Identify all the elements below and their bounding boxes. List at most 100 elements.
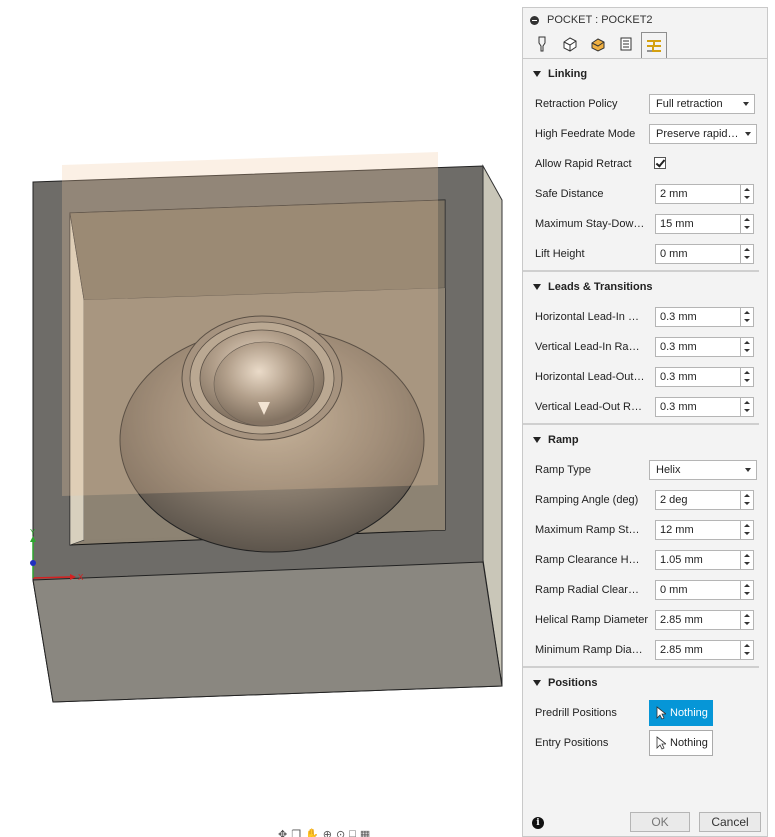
safe-distance-value: 2 mm: [660, 188, 688, 200]
spinner-buttons[interactable]: [740, 521, 753, 539]
fit-icon[interactable]: ⊙: [336, 828, 345, 837]
v-lead-out-input[interactable]: 0.3 mm: [655, 397, 754, 417]
spin-up-icon[interactable]: [744, 188, 750, 191]
spinner-buttons[interactable]: [740, 308, 753, 326]
spin-down-icon[interactable]: [744, 592, 750, 595]
spinner-buttons[interactable]: [740, 398, 753, 416]
display-settings-icon[interactable]: □: [349, 828, 356, 837]
spin-up-icon[interactable]: [744, 584, 750, 587]
v-lead-in-input[interactable]: 0.3 mm: [655, 337, 754, 357]
spin-up-icon[interactable]: [744, 248, 750, 251]
spin-up-icon[interactable]: [744, 311, 750, 314]
predrill-positions-label: Predrill Positions: [535, 707, 617, 719]
ok-button[interactable]: OK: [630, 812, 690, 832]
ramping-angle-input[interactable]: 2 deg: [655, 490, 754, 510]
dialog-title-bar: POCKET : POCKET2: [523, 8, 767, 32]
max-ramp-stepdown-input[interactable]: 12 mm: [655, 520, 754, 540]
spin-down-icon[interactable]: [744, 562, 750, 565]
h-lead-in-row: Horizontal Lead-In Radius 0.3 mm: [523, 302, 767, 332]
spin-down-icon[interactable]: [744, 532, 750, 535]
leads-header[interactable]: Leads & Transitions: [523, 272, 767, 302]
spin-down-icon[interactable]: [744, 226, 750, 229]
linking-header[interactable]: Linking: [523, 59, 767, 89]
linking-section: Linking Retraction Policy Full retractio…: [523, 59, 767, 272]
allow-rapid-retract-checkbox[interactable]: [654, 157, 666, 169]
safe-distance-input[interactable]: 2 mm: [655, 184, 754, 204]
spinner-buttons[interactable]: [740, 491, 753, 509]
spin-up-icon[interactable]: [744, 341, 750, 344]
spin-up-icon[interactable]: [744, 371, 750, 374]
max-stay-down-input[interactable]: 15 mm: [655, 214, 754, 234]
spin-up-icon[interactable]: [744, 644, 750, 647]
expand-triangle-icon: [533, 284, 541, 290]
spin-up-icon[interactable]: [744, 401, 750, 404]
ramp-title: Ramp: [548, 434, 579, 446]
entry-positions-select-button[interactable]: Nothing: [649, 730, 713, 756]
spin-up-icon[interactable]: [744, 554, 750, 557]
ramp-header[interactable]: Ramp: [523, 425, 767, 455]
spinner-buttons[interactable]: [740, 245, 753, 263]
spinner-buttons[interactable]: [740, 581, 753, 599]
predrill-positions-select-button[interactable]: Nothing: [649, 700, 713, 726]
collapse-dialog-icon[interactable]: [530, 15, 539, 25]
ramp-clearance-height-input[interactable]: 1.05 mm: [655, 550, 754, 570]
h-lead-out-input[interactable]: 0.3 mm: [655, 367, 754, 387]
spin-up-icon[interactable]: [744, 218, 750, 221]
spin-down-icon[interactable]: [744, 196, 750, 199]
tab-passes[interactable]: [613, 32, 639, 56]
spinner-buttons[interactable]: [740, 611, 753, 629]
orbit-icon[interactable]: ✥: [278, 828, 287, 837]
spin-down-icon[interactable]: [744, 652, 750, 655]
cancel-button[interactable]: Cancel: [699, 812, 761, 832]
predrill-positions-value: Nothing: [670, 707, 708, 719]
spinner-buttons[interactable]: [740, 641, 753, 659]
spin-up-icon[interactable]: [744, 494, 750, 497]
zoom-icon[interactable]: ⊕: [323, 828, 332, 837]
retraction-policy-select[interactable]: Full retraction: [649, 94, 755, 114]
navigation-toolbar[interactable]: ✥ ❐ ✋ ⊕ ⊙ □ ▦: [278, 828, 522, 837]
v-lead-in-label: Vertical Lead-In Radius: [535, 341, 643, 353]
spin-down-icon[interactable]: [744, 256, 750, 259]
h-lead-out-label: Horizontal Lead-Out Radius: [535, 371, 645, 383]
tab-tool[interactable]: [529, 32, 555, 56]
v-lead-out-value: 0.3 mm: [660, 401, 697, 413]
min-ramp-diameter-label: Minimum Ramp Diameter: [535, 644, 645, 656]
spin-up-icon[interactable]: [744, 524, 750, 527]
helical-ramp-diameter-input[interactable]: 2.85 mm: [655, 610, 754, 630]
spinner-buttons[interactable]: [740, 185, 753, 203]
allow-rapid-retract-row: Allow Rapid Retract: [523, 149, 767, 179]
spin-down-icon[interactable]: [744, 622, 750, 625]
ramp-radial-clearance-input[interactable]: 0 mm: [655, 580, 754, 600]
dialog-tabs: [523, 32, 767, 59]
positions-header[interactable]: Positions: [523, 668, 767, 698]
info-icon[interactable]: i: [532, 817, 544, 829]
min-ramp-diameter-input[interactable]: 2.85 mm: [655, 640, 754, 660]
pocket-dialog: POCKET : POCKET2 Linking Retraction Poli…: [522, 7, 768, 837]
lift-height-input[interactable]: 0 mm: [655, 244, 754, 264]
spinner-buttons[interactable]: [740, 338, 753, 356]
model-canvas[interactable]: X Y: [0, 0, 522, 837]
spin-down-icon[interactable]: [744, 349, 750, 352]
ramp-clearance-height-row: Ramp Clearance Height 1.05 mm: [523, 545, 767, 575]
grid-icon[interactable]: ▦: [360, 828, 370, 837]
tab-linking[interactable]: [641, 32, 667, 58]
spin-up-icon[interactable]: [744, 614, 750, 617]
spin-down-icon[interactable]: [744, 409, 750, 412]
max-ramp-stepdown-label: Maximum Ramp Stepdown: [535, 524, 645, 536]
spin-down-icon[interactable]: [744, 319, 750, 322]
look-at-icon[interactable]: ❐: [291, 828, 301, 837]
3d-viewport[interactable]: X Y: [0, 0, 522, 837]
lift-height-label: Lift Height: [535, 248, 585, 260]
ramp-type-select[interactable]: Helix: [649, 460, 757, 480]
spin-down-icon[interactable]: [744, 502, 750, 505]
spin-down-icon[interactable]: [744, 379, 750, 382]
pan-icon[interactable]: ✋: [305, 828, 319, 837]
tab-geometry[interactable]: [557, 32, 583, 56]
h-lead-in-input[interactable]: 0.3 mm: [655, 307, 754, 327]
high-feedrate-select[interactable]: Preserve rapid r...: [649, 124, 757, 144]
spinner-buttons[interactable]: [740, 215, 753, 233]
tab-heights[interactable]: [585, 32, 611, 56]
cursor-arrow-icon: [656, 736, 666, 750]
spinner-buttons[interactable]: [740, 368, 753, 386]
spinner-buttons[interactable]: [740, 551, 753, 569]
